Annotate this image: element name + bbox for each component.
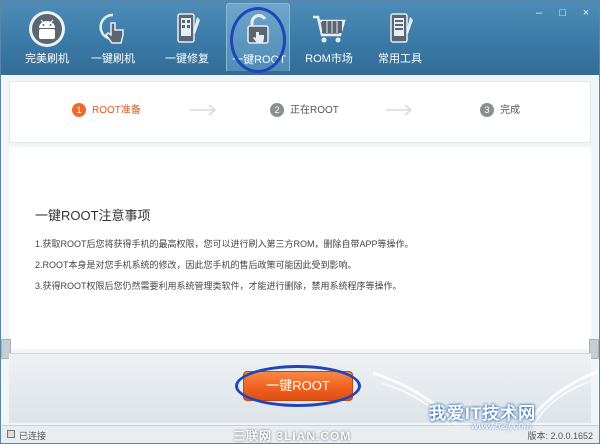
nav-item-perfect-flash[interactable]: 完美刷机 (15, 3, 79, 71)
step-label: 完成 (500, 105, 520, 116)
tab-annotation-circle (230, 7, 286, 73)
nav-item-common-tools[interactable]: 常用工具 (368, 3, 432, 71)
nav-item-rom-market[interactable]: ROM市场 (297, 3, 361, 71)
progress-steps: 1 ROOT准备 2 正在ROOT 3 完成 (9, 81, 591, 143)
note-item: 3.获得ROOT权限后您仍然需要利用系统管理类软件，才能进行删除，禁用系统程序等… (35, 281, 402, 291)
connection-icon (7, 430, 15, 438)
version-label: 版本: 2.0.0.1652 (527, 431, 593, 441)
nav-label: 常用工具 (378, 53, 422, 65)
step-number: 3 (480, 103, 494, 118)
nav-item-one-click-repair[interactable]: 一键修复 (155, 3, 219, 71)
maximize-icon[interactable]: □ (554, 6, 572, 20)
arrow-right-icon (386, 104, 413, 116)
step-label: ROOT准备 (92, 105, 141, 116)
window-controls: – □ × (529, 3, 595, 19)
watermark-right-url: www.52ij.com (471, 421, 533, 432)
phone-repair-icon (177, 13, 200, 43)
step-root-prepare: 1 ROOT准备 (72, 102, 141, 120)
close-icon[interactable]: × (577, 6, 595, 20)
nav-label: 一键修复 (165, 53, 209, 65)
step-complete: 3 完成 (480, 102, 520, 120)
minimize-icon[interactable]: – (530, 6, 548, 20)
step-rooting: 2 正在ROOT (270, 102, 339, 120)
notes-panel: 一键ROOT注意事项 1.获取ROOT后您将获得手机的最高权限，您可以进行刷入第… (9, 147, 591, 349)
watermark-left: 三联网 3LIAN.COM (233, 429, 352, 443)
nav-label: 完美刷机 (25, 53, 69, 65)
step-number: 1 (72, 103, 86, 118)
app-window: 完美刷机 一键刷机 一键修复 一键ROOT ROM市场 常用工具 – □ × 1… (0, 0, 600, 444)
nav-item-one-click-flash[interactable]: 一键刷机 (81, 3, 145, 71)
touch-hand-icon (99, 13, 125, 44)
note-item: 2.ROOT本身是对您手机系统的修改，因此您手机的售后政策可能因此受到影响。 (35, 260, 357, 270)
android-robot-icon (29, 11, 65, 47)
step-number: 2 (270, 103, 284, 118)
shopping-cart-icon (313, 15, 346, 43)
step-label: 正在ROOT (290, 105, 339, 116)
phone-tools-icon (390, 13, 413, 43)
nav-label: ROM市场 (305, 53, 353, 65)
connection-status: 已连接 (19, 431, 47, 441)
arrow-right-icon (190, 104, 217, 116)
button-annotation-circle (235, 365, 361, 407)
top-nav-bar: 完美刷机 一键刷机 一键修复 一键ROOT ROM市场 常用工具 – □ × (1, 1, 599, 75)
nav-label: 一键刷机 (91, 53, 135, 65)
notes-title: 一键ROOT注意事项 (35, 208, 151, 223)
note-item: 1.获取ROOT后您将获得手机的最高权限，您可以进行刷入第三方ROM，删除自带A… (35, 239, 414, 249)
